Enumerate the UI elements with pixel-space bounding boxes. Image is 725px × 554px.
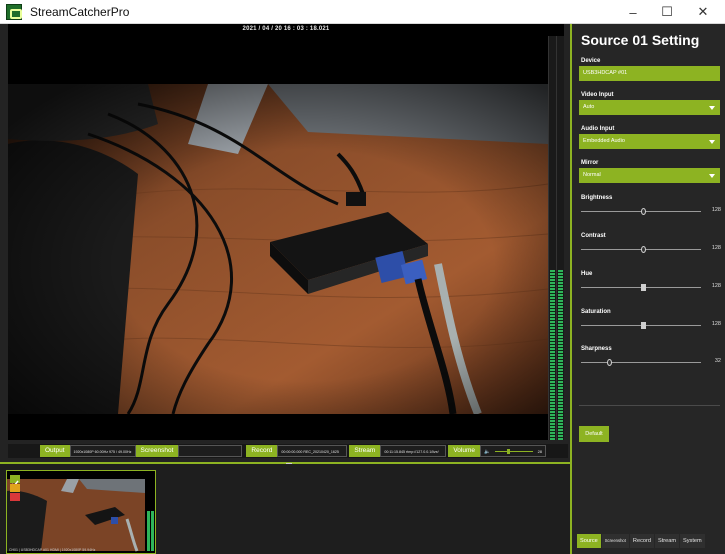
- hue-value: 128: [711, 283, 721, 289]
- minimize-button[interactable]: –: [616, 0, 650, 24]
- vu-meter-left: [548, 36, 556, 440]
- sharpness-track: [581, 362, 701, 363]
- mirror-value: Normal: [583, 172, 601, 178]
- sharpness-knob[interactable]: [607, 359, 612, 366]
- volume-track: [495, 451, 534, 452]
- audio-input-label: Audio Input: [581, 126, 615, 132]
- mirror-select[interactable]: Normal: [579, 168, 720, 183]
- source-settings-panel: Source 01 Setting Device USB3HDCAP #01 V…: [570, 24, 725, 554]
- contrast-value: 128: [711, 245, 721, 251]
- source-thumbnail-01[interactable]: CH01 | USB3HDCAP #01 HDMI | 1920x1080P 5…: [6, 470, 156, 554]
- chevron-down-icon: [709, 140, 715, 144]
- record-button[interactable]: Record: [246, 445, 278, 457]
- hue-knob[interactable]: [641, 284, 646, 291]
- vu-meter-right: [556, 36, 564, 440]
- contrast-slider[interactable]: 128: [581, 245, 721, 255]
- stream-button[interactable]: Stream: [349, 445, 381, 457]
- saturation-value: 128: [711, 321, 721, 327]
- thumbnail-caption: CH01 | USB3HDCAP #01 HDMI | 1920x1080P 5…: [9, 548, 96, 552]
- brightness-knob[interactable]: [641, 208, 646, 215]
- title-bar: StreamCatcherPro – ☐ ✕: [0, 0, 725, 24]
- saturation-slider[interactable]: 128: [581, 321, 721, 331]
- mirror-label: Mirror: [581, 160, 599, 166]
- default-button[interactable]: Default: [579, 426, 609, 442]
- chevron-down-icon: [709, 174, 715, 178]
- maximize-button[interactable]: ☐: [650, 0, 684, 24]
- saturation-label: Saturation: [581, 309, 611, 315]
- saturation-knob[interactable]: [641, 322, 646, 329]
- output-label: Output: [40, 445, 70, 457]
- sharpness-value: 32: [714, 358, 721, 364]
- audio-input-value: Embedded Audio: [583, 138, 625, 144]
- main-preview[interactable]: 2021 / 04 / 20 16 : 03 : 18.021: [8, 24, 564, 440]
- screenshot-value: [178, 445, 243, 457]
- volume-knob[interactable]: [507, 449, 511, 454]
- thumbnail-scene-image: [7, 471, 155, 552]
- app-window: StreamCatcherPro – ☐ ✕ 2021 / 04 / 20 16…: [0, 0, 725, 554]
- device-value: USB3HDCAP #01: [583, 70, 628, 76]
- video-input-select[interactable]: Auto: [579, 100, 720, 115]
- vu-meter-right-level: [558, 270, 563, 440]
- timestamp-overlay: 2021 / 04 / 20 16 : 03 : 18.021: [242, 26, 330, 32]
- brightness-label: Brightness: [581, 195, 613, 201]
- sharpness-label: Sharpness: [581, 346, 612, 352]
- status-strip: Output 1920x1080P 60.00Hz 975 / 49.00Hz …: [8, 444, 568, 458]
- hue-label: Hue: [581, 271, 593, 277]
- panel-title: Source 01 Setting: [581, 32, 700, 48]
- volume-label: Volume: [448, 445, 481, 457]
- video-input-value: Auto: [583, 104, 595, 110]
- app-logo-icon: [6, 3, 22, 20]
- panel-separator: [579, 405, 720, 406]
- tab-source[interactable]: Source: [577, 534, 601, 548]
- volume-value: 28: [537, 449, 543, 454]
- video-input-label: Video Input: [581, 92, 614, 98]
- sharpness-slider[interactable]: 32: [581, 358, 721, 368]
- close-button[interactable]: ✕: [686, 0, 720, 24]
- audio-input-select[interactable]: Embedded Audio: [579, 134, 720, 149]
- record-value: 00:00:00.000 REC_20210420_1625: [277, 445, 348, 457]
- tab-system[interactable]: System: [680, 534, 705, 548]
- vu-meter-left-level: [550, 270, 555, 440]
- contrast-knob[interactable]: [641, 246, 646, 253]
- brightness-slider[interactable]: 128: [581, 207, 721, 217]
- speaker-icon: 🔈: [484, 449, 491, 455]
- chevron-down-icon: [709, 106, 715, 110]
- tab-screenshot[interactable]: Screenshot: [601, 534, 629, 548]
- hue-slider[interactable]: 128: [581, 283, 721, 293]
- tab-record[interactable]: Record: [629, 534, 654, 548]
- app-title: StreamCatcherPro: [30, 4, 130, 19]
- camera-scene-image: [8, 84, 548, 414]
- tab-stream[interactable]: Stream: [654, 534, 679, 548]
- device-label: Device: [581, 58, 601, 64]
- check-icon: [10, 475, 20, 488]
- volume-slider[interactable]: 🔈 28: [480, 445, 547, 457]
- status-yellow-icon: [10, 484, 20, 492]
- settings-tabs: Source Screenshot Record Stream System: [577, 534, 725, 548]
- screenshot-button[interactable]: Screenshot: [135, 445, 179, 457]
- output-value: 1920x1080P 60.00Hz 975 / 49.00Hz: [69, 445, 136, 457]
- status-red-icon: [10, 493, 20, 501]
- contrast-label: Contrast: [581, 233, 606, 239]
- device-field[interactable]: USB3HDCAP #01: [579, 66, 720, 81]
- stream-value: 00:11:15.845 rtmp://127.0.0.1/live/: [380, 445, 447, 457]
- source-thumbnails: CH01 | USB3HDCAP #01 HDMI | 1920x1080P 5…: [0, 464, 570, 554]
- brightness-value: 128: [711, 207, 721, 213]
- video-frame: [8, 84, 548, 414]
